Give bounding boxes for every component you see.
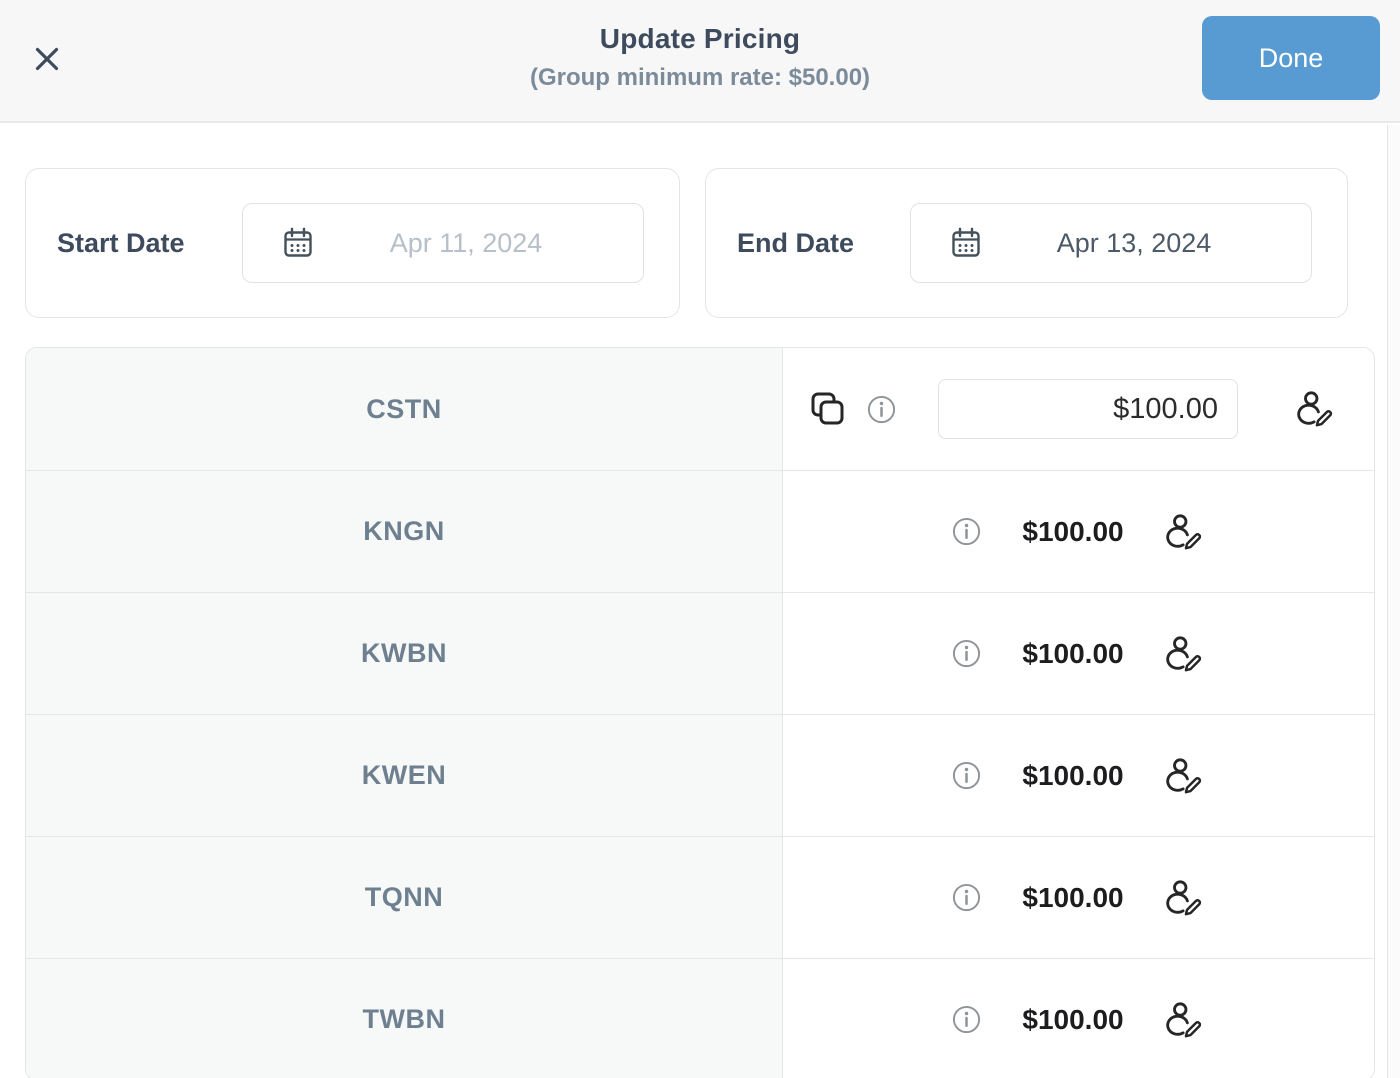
price-cell: $100.00 (783, 959, 1374, 1078)
user-edit-icon[interactable] (1164, 755, 1206, 797)
start-date-card: Start Date (25, 168, 680, 318)
price-value: $100.00 (1022, 1004, 1123, 1036)
info-icon[interactable] (951, 516, 982, 547)
price-cell: $100.00 (783, 715, 1374, 836)
end-date-input[interactable] (983, 228, 1311, 259)
room-type-label: KWEN (362, 760, 447, 791)
user-edit-icon[interactable] (1295, 388, 1337, 430)
table-row: TWBN $100.00 (26, 958, 1374, 1078)
update-pricing-modal: Update Pricing (Group minimum rate: $50.… (0, 0, 1400, 1078)
pricing-table: CSTNKNGN$100.00KWBN$100.00KWEN$100.00TQN… (25, 347, 1375, 1078)
price-cell (783, 348, 1374, 470)
info-icon[interactable] (951, 882, 982, 913)
table-row: KWBN $100.00 (26, 592, 1374, 714)
done-button[interactable]: Done (1202, 16, 1380, 100)
user-edit-icon[interactable] (1164, 877, 1206, 919)
room-type-label: TQNN (365, 882, 444, 913)
price-cell: $100.00 (783, 593, 1374, 714)
room-type-cell: TWBN (26, 959, 783, 1078)
table-row: KWEN $100.00 (26, 714, 1374, 836)
room-type-cell: KNGN (26, 471, 783, 592)
room-type-label: KNGN (363, 516, 445, 547)
end-date-label: End Date (706, 228, 854, 259)
info-icon[interactable] (951, 638, 982, 669)
date-filter-row: Start Date End Date (25, 168, 1375, 318)
modal-subtitle: (Group minimum rate: $50.00) (530, 64, 870, 92)
start-date-input[interactable] (315, 228, 643, 259)
room-type-cell: TQNN (26, 837, 783, 958)
room-type-cell: KWEN (26, 715, 783, 836)
title-block: Update Pricing (Group minimum rate: $50.… (530, 23, 870, 98)
copy-icon[interactable] (807, 389, 847, 429)
user-edit-icon[interactable] (1164, 999, 1206, 1041)
close-button[interactable] (28, 40, 66, 78)
modal-title: Update Pricing (530, 23, 870, 55)
close-icon (30, 42, 64, 76)
price-cell: $100.00 (783, 471, 1374, 592)
info-icon[interactable] (951, 1004, 982, 1035)
price-value: $100.00 (1022, 638, 1123, 670)
table-row: TQNN $100.00 (26, 836, 1374, 958)
user-edit-icon[interactable] (1164, 511, 1206, 553)
room-type-label: CSTN (366, 394, 442, 425)
table-row: CSTN (26, 348, 1374, 470)
table-row: KNGN $100.00 (26, 470, 1374, 592)
room-type-cell: CSTN (26, 348, 783, 470)
room-type-cell: KWBN (26, 593, 783, 714)
end-date-card: End Date (705, 168, 1348, 318)
user-edit-icon[interactable] (1164, 633, 1206, 675)
info-icon[interactable] (951, 760, 982, 791)
start-date-label: Start Date (26, 228, 185, 259)
room-type-label: TWBN (363, 1004, 446, 1035)
room-type-label: KWBN (361, 638, 447, 669)
price-cell: $100.00 (783, 837, 1374, 958)
price-value: $100.00 (1022, 882, 1123, 914)
scrollbar[interactable] (1387, 125, 1400, 1078)
price-value: $100.00 (1022, 760, 1123, 792)
calendar-icon (949, 226, 983, 260)
price-input[interactable] (938, 379, 1238, 439)
modal-header: Update Pricing (Group minimum rate: $50.… (0, 0, 1400, 123)
price-value: $100.00 (1022, 516, 1123, 548)
start-date-field[interactable] (242, 203, 644, 283)
info-icon[interactable] (866, 394, 897, 425)
end-date-field[interactable] (910, 203, 1312, 283)
calendar-icon (281, 226, 315, 260)
